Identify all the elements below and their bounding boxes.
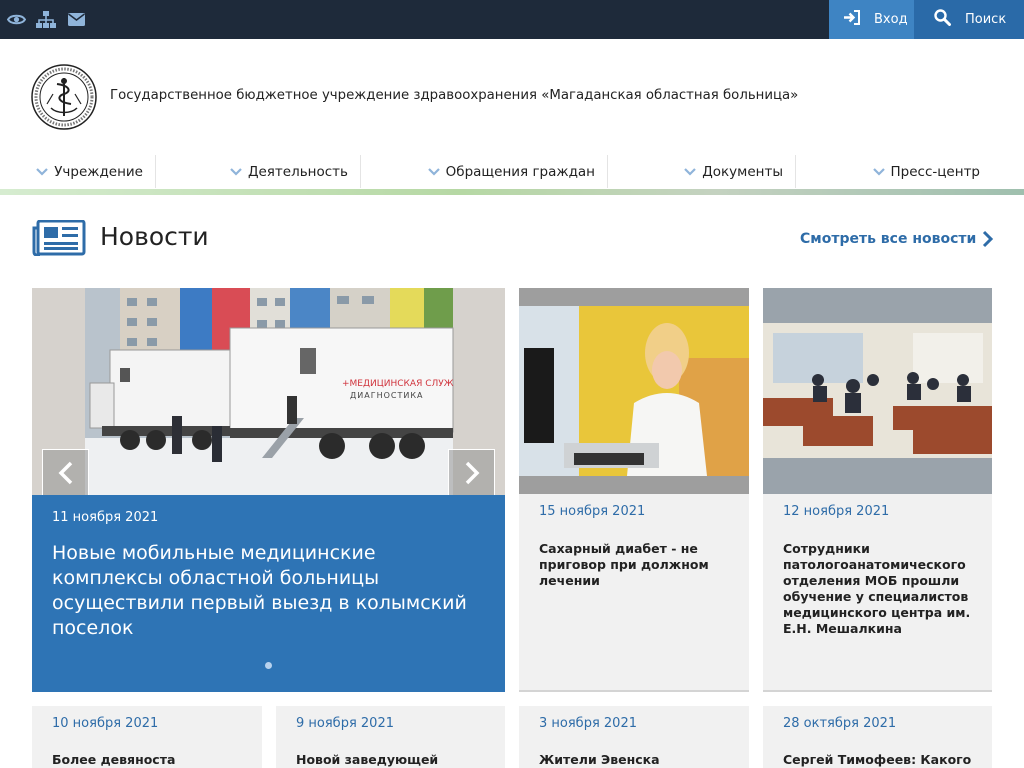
chevron-down-icon	[872, 167, 885, 176]
news-card[interactable]: 15 ноября 2021 Сахарный диабет - не приг…	[519, 288, 749, 692]
sign-in-icon	[843, 10, 860, 29]
search-icon	[934, 9, 951, 30]
chevron-right-icon	[465, 461, 479, 484]
news-card[interactable]: 3 ноября 2021 Жители Эвенска	[519, 706, 749, 768]
chevron-down-icon	[684, 167, 696, 176]
menu-item-citizen-appeals[interactable]: Обращения граждан	[361, 155, 608, 188]
chevron-down-icon	[427, 167, 440, 176]
hospital-emblem-logo[interactable]	[31, 64, 97, 130]
news-card-date: 10 ноября 2021	[52, 716, 159, 731]
newspaper-icon	[32, 219, 86, 257]
chevron-left-icon	[58, 461, 72, 484]
chevron-right-icon	[983, 230, 994, 248]
news-section-title: Новости	[100, 222, 209, 251]
news-slider[interactable]: +МЕДИЦИНСКАЯ СЛУЖ ДИАГНОСТИКА 11 ноября …	[32, 288, 505, 692]
news-card-photo	[763, 288, 992, 494]
organization-name: Государственное бюджетное учреждение здр…	[110, 88, 799, 103]
truck-label-diagnostics: ДИАГНОСТИКА	[350, 391, 424, 400]
news-card-date: 9 ноября 2021	[296, 716, 394, 731]
truck-label-medical: +МЕДИЦИНСКАЯ СЛУЖ	[342, 379, 454, 389]
news-card-title[interactable]: Жители Эвенска	[539, 752, 734, 768]
menu-item-institution[interactable]: Учреждение	[32, 155, 156, 188]
news-card-title[interactable]: Более девяноста	[52, 752, 247, 768]
all-news-link[interactable]: Смотреть все новости	[800, 230, 994, 248]
search-label: Поиск	[965, 12, 1007, 27]
news-card-date: 12 ноября 2021	[783, 504, 890, 519]
eye-icon[interactable]	[6, 10, 26, 28]
menu-item-label: Пресс-центр	[890, 163, 981, 180]
login-button[interactable]: Вход	[829, 0, 914, 39]
news-card-date: 15 ноября 2021	[539, 504, 646, 519]
news-card-title[interactable]: Сахарный диабет - не приговор при должно…	[539, 541, 729, 589]
top-bar: Вход Поиск	[0, 0, 1024, 39]
menu-item-label: Обращения граждан	[445, 163, 595, 180]
login-label: Вход	[874, 12, 908, 27]
top-bar-icons	[6, 10, 86, 28]
news-card-photo	[519, 288, 749, 494]
menu-item-documents[interactable]: Документы	[608, 155, 796, 188]
menu-item-label: Документы	[702, 163, 783, 180]
news-card-title[interactable]: Сергей Тимофеев: Какого	[783, 752, 983, 768]
menu-item-press-center[interactable]: Пресс-центр	[796, 155, 992, 188]
news-card-date: 3 ноября 2021	[539, 716, 637, 731]
slider-prev-button[interactable]	[42, 449, 89, 495]
news-card[interactable]: 9 ноября 2021 Новой заведующей	[276, 706, 505, 768]
chevron-down-icon	[36, 167, 48, 176]
sitemap-icon[interactable]	[36, 10, 56, 28]
slider-dot[interactable]	[265, 662, 272, 669]
slide-photo: +МЕДИЦИНСКАЯ СЛУЖ ДИАГНОСТИКА	[32, 288, 505, 495]
news-card[interactable]: 28 октября 2021 Сергей Тимофеев: Какого	[763, 706, 992, 768]
slider-next-button[interactable]	[448, 449, 495, 495]
news-card-title[interactable]: Сотрудники патологоанатомического отделе…	[783, 541, 978, 637]
search-button[interactable]: Поиск	[914, 0, 1024, 39]
all-news-label: Смотреть все новости	[800, 231, 977, 247]
news-card[interactable]: 12 ноября 2021 Сотрудники патологоанатом…	[763, 288, 992, 692]
menu-item-label: Учреждение	[54, 163, 143, 180]
slide-title[interactable]: Новые мобильные медицинские комплексы об…	[52, 541, 482, 641]
menu-item-activity[interactable]: Деятельность	[156, 155, 361, 188]
main-menu: Учреждение Деятельность Обращения гражда…	[32, 155, 992, 188]
news-card-date: 28 октября 2021	[783, 716, 897, 731]
news-card[interactable]: 10 ноября 2021 Более девяноста	[32, 706, 262, 768]
menu-item-label: Деятельность	[247, 163, 348, 180]
slide-date: 11 ноября 2021	[52, 510, 159, 525]
menu-divider	[0, 189, 1024, 195]
news-card-title[interactable]: Новой заведующей	[296, 752, 491, 768]
chevron-down-icon	[230, 167, 242, 176]
envelope-icon[interactable]	[66, 10, 86, 28]
